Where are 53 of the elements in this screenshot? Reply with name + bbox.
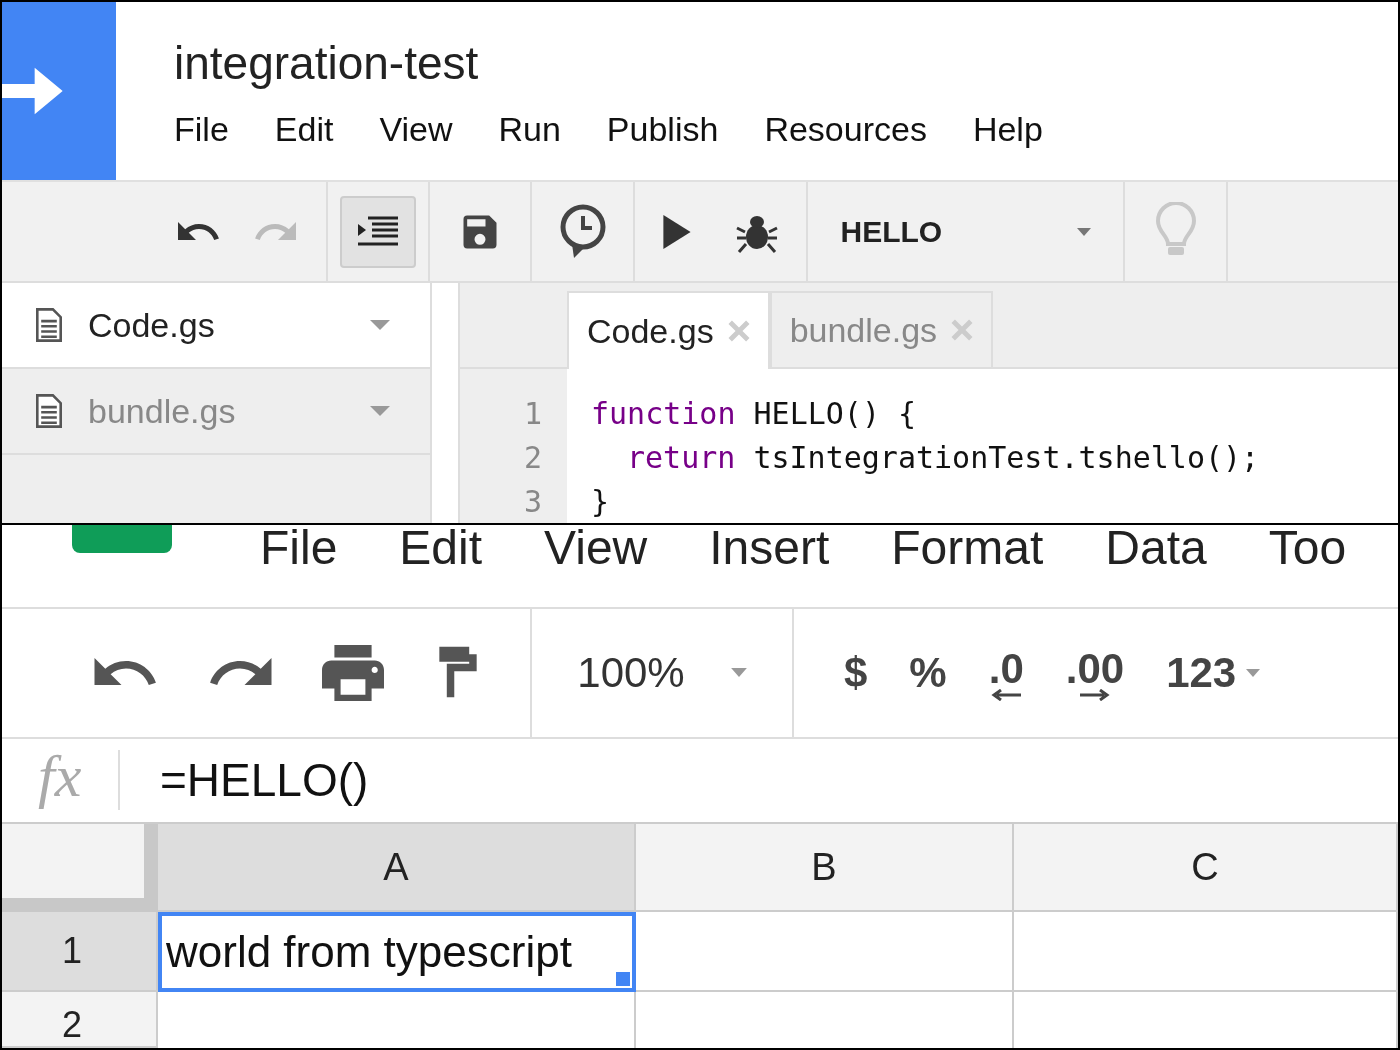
arrow-icon [991, 688, 1022, 701]
column-header[interactable]: C [1014, 824, 1398, 912]
formula-input[interactable]: =HELLO() [160, 753, 369, 808]
code-line: function HELLO() { [590, 395, 917, 431]
menu-item[interactable]: File [260, 525, 338, 571]
menu-item[interactable]: Help [972, 110, 1043, 149]
caret-icon[interactable] [370, 406, 390, 416]
caret-icon [1246, 668, 1261, 677]
print-icon[interactable] [322, 644, 384, 701]
menu-item[interactable]: Format [891, 525, 1044, 571]
formula-label: fx [2, 750, 120, 811]
indent-button[interactable] [340, 195, 416, 268]
line-number: 3 [522, 483, 543, 519]
row-header[interactable]: 2 [2, 992, 158, 1048]
caret-icon[interactable] [370, 320, 390, 330]
caret-icon [730, 668, 747, 678]
menu-item[interactable]: Edit [274, 110, 334, 149]
run-icon[interactable] [662, 214, 691, 249]
fill-handle[interactable] [614, 970, 632, 988]
function-dropdown[interactable]: HELLO [840, 214, 1091, 249]
column-header[interactable]: B [636, 824, 1014, 912]
script-file[interactable]: Code.gs [2, 283, 430, 369]
format-button[interactable]: $ [844, 648, 868, 697]
format-button[interactable]: .00 [1065, 644, 1125, 701]
code-line: return tsIntegrationTest.tshello(); [626, 439, 1260, 475]
indent-icon [358, 215, 398, 248]
format-button[interactable]: % [909, 648, 947, 697]
document-icon [36, 394, 62, 428]
row-header[interactable]: 1 [2, 912, 158, 992]
close-icon[interactable] [727, 320, 750, 342]
menu-item[interactable]: Edit [399, 525, 483, 571]
number-format-dropdown[interactable]: 123 [1166, 648, 1261, 697]
column-header[interactable]: A [158, 824, 636, 912]
menu-item[interactable]: Too [1268, 525, 1347, 571]
menu-item[interactable]: Insert [709, 525, 830, 571]
zoom-dropdown[interactable]: 100% [577, 648, 747, 697]
document-icon [36, 308, 62, 342]
menu-item[interactable]: Data [1105, 525, 1207, 571]
line-number: 1 [522, 395, 543, 431]
line-number: 2 [522, 439, 543, 475]
caret-icon [1076, 227, 1091, 236]
format-button[interactable]: .0 [988, 644, 1024, 701]
menu-item[interactable]: Publish [606, 110, 719, 149]
menu-item[interactable]: View [544, 525, 648, 571]
menu-item[interactable]: Run [498, 110, 561, 149]
project-title[interactable]: integration-test [174, 36, 1043, 90]
menu-item[interactable]: File [174, 110, 229, 149]
arrow-icon [1079, 688, 1110, 701]
file-tab[interactable]: Code.gs [567, 291, 770, 369]
table-cell[interactable]: world from typescript [158, 912, 636, 992]
code-line: } [590, 483, 610, 519]
menu-item[interactable]: View [379, 110, 453, 149]
menu-item[interactable]: Resources [764, 110, 927, 149]
